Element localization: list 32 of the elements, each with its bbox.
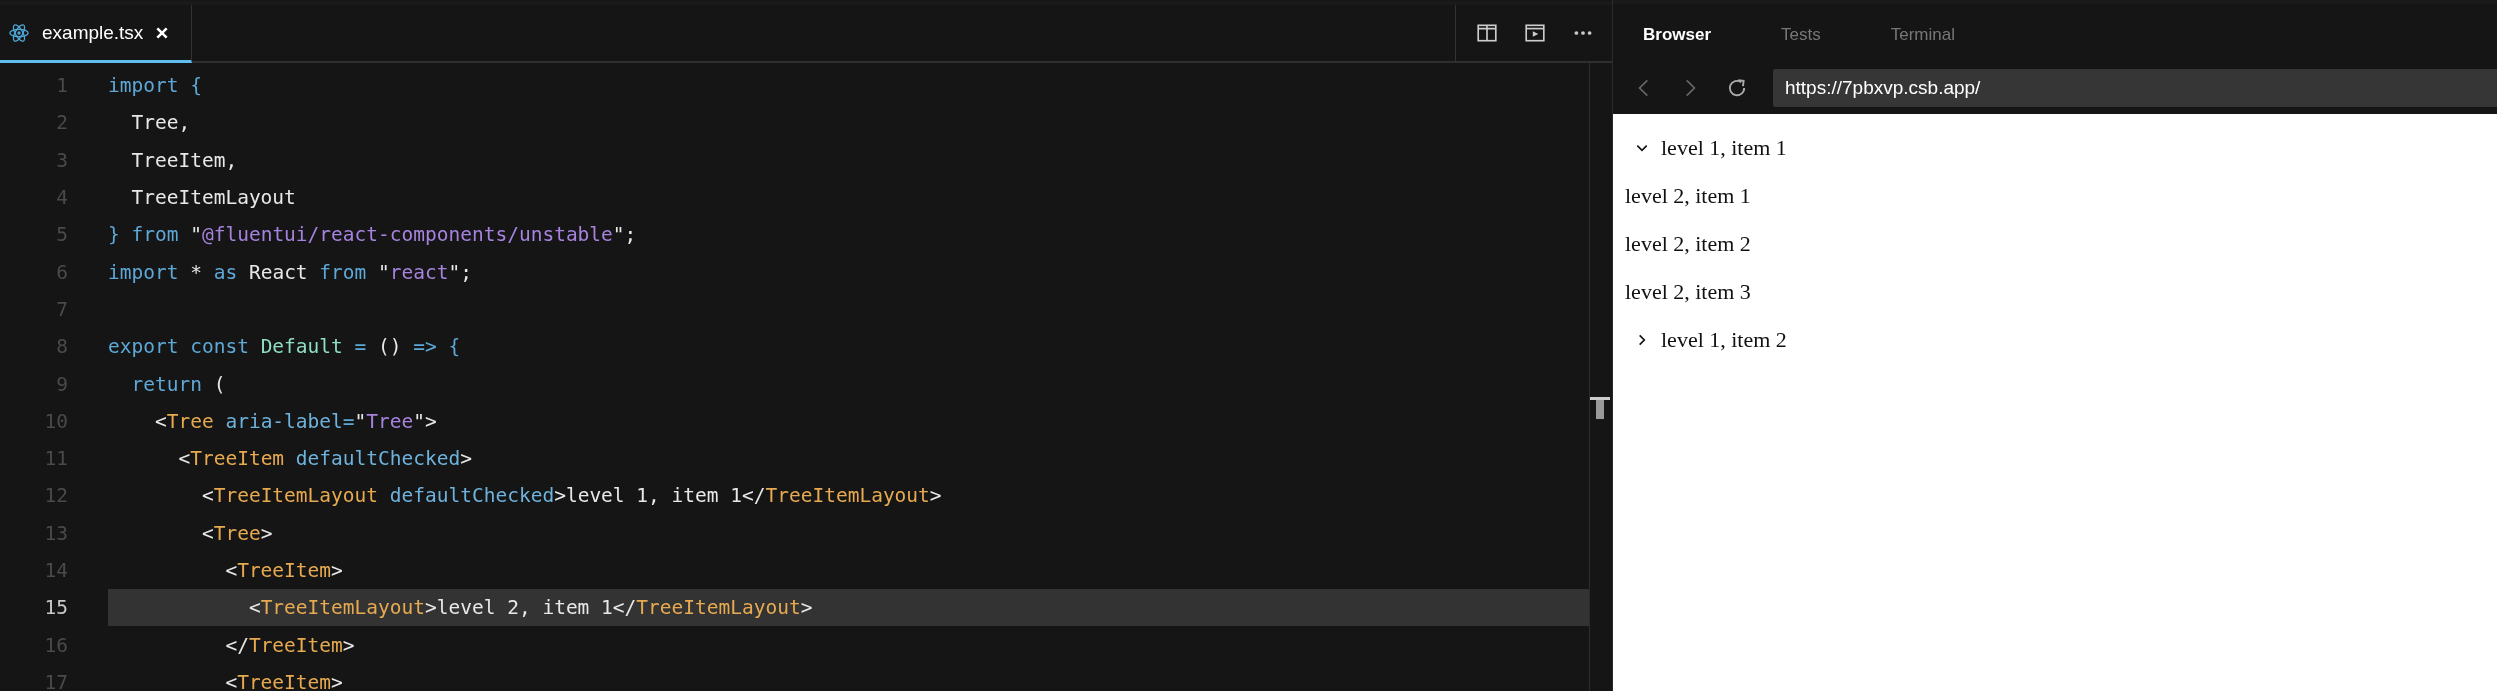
code-line: <TreeItem defaultChecked> [177,447,472,471]
code-line: TreeItem, [130,148,238,172]
file-tab-label: example.tsx [42,21,144,44]
code-line: export const Default = () => { [108,335,461,359]
tree-item[interactable]: level 1, item 2 [1661,327,1787,353]
split-view-icon[interactable] [1476,22,1498,44]
code-line: } from "@fluentui/react-components/unstable"; [108,223,637,247]
code-line: <Tree> [200,521,273,545]
code-line: </TreeItem> [224,633,355,657]
atom-icon [8,21,30,44]
code-line: Tree, [130,111,191,135]
preview-icon[interactable] [1524,22,1546,44]
url-field[interactable]: https://7pbxvp.csb.app/ [1773,69,2497,107]
tree-item[interactable]: level 2, item 2 [1625,231,1751,257]
cursor-marker-icon [1590,397,1610,419]
code-line: TreeItemLayout [130,186,296,210]
tree-item[interactable]: level 1, item 1 [1661,135,1787,161]
code-line: import { [108,74,202,98]
code-line: <Tree aria-label="Tree"> [153,409,437,433]
code-line: import * as React from "react"; [108,260,472,284]
line-number: 15 [43,596,68,620]
code-line: <TreeItemLayout defaultChecked>level 1, item 1</TreeItemLayout> [200,484,942,508]
code-line: <TreeItem> [224,670,343,691]
panel-tab[interactable]: Browser [1643,25,1712,45]
panel-tab[interactable]: Tests [1781,25,1821,45]
tree-item[interactable]: level 2, item 1 [1625,183,1751,209]
close-icon[interactable] [155,25,170,40]
tree-item[interactable]: level 2, item 3 [1625,279,1751,305]
panel-tab[interactable]: Terminal [1890,25,1955,45]
code-line: return ( [130,372,226,396]
file-tab[interactable]: example.tsx [0,5,193,63]
code-line: <TreeItem> [224,559,343,582]
